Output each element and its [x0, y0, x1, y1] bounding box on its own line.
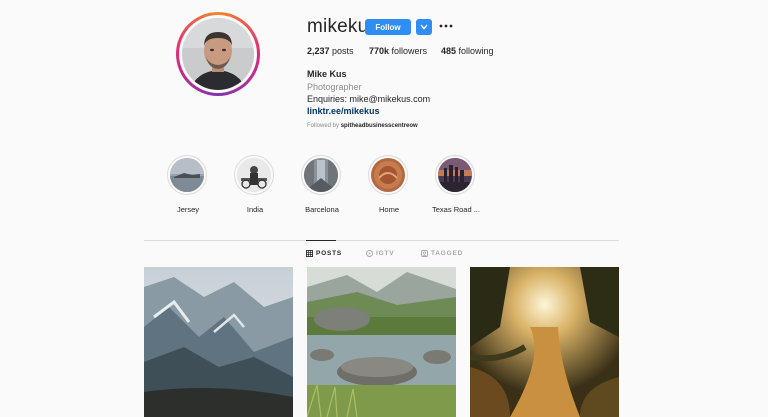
post-image — [470, 267, 619, 417]
chevron-down-icon — [420, 24, 428, 30]
followers-count[interactable]: 770k followers — [369, 46, 427, 56]
followed-by[interactable]: Followed by spitheadbusinesscentreow — [307, 123, 418, 129]
post-thumbnail[interactable] — [144, 267, 293, 417]
more-dots-icon — [439, 24, 453, 28]
highlight-label: Texas Road ... — [432, 205, 480, 214]
profile-avatar[interactable] — [176, 12, 260, 96]
posts-count-label: posts — [332, 46, 354, 56]
suggested-accounts-button[interactable] — [416, 19, 432, 35]
posts-count-value: 2,237 — [307, 46, 330, 56]
following-count-value: 485 — [441, 46, 457, 56]
following-count[interactable]: 485 following — [441, 46, 494, 56]
grid-icon — [306, 250, 313, 257]
post-thumbnail[interactable] — [470, 267, 619, 417]
highlight-barcelona[interactable] — [301, 155, 341, 195]
active-tab-indicator — [306, 240, 336, 241]
profile-category: Photographer — [307, 82, 362, 92]
tag-icon — [421, 250, 428, 257]
highlight-thumbnail — [304, 158, 338, 192]
highlight-label: Jersey — [176, 205, 200, 214]
followers-count-value: 770k — [369, 46, 390, 56]
full-name: Mike Kus — [307, 69, 347, 79]
highlight-thumbnail — [438, 158, 472, 192]
highlight-label: Barcelona — [305, 205, 339, 214]
avatar-photo — [182, 18, 254, 90]
followers-count-label: followers — [391, 46, 428, 56]
bio-text: Enquiries: mike@mikekus.com — [307, 94, 431, 104]
follow-button[interactable]: Follow — [365, 19, 411, 35]
post-image — [307, 267, 456, 417]
highlight-home[interactable] — [368, 155, 408, 195]
tab-posts[interactable]: POSTS — [306, 250, 342, 257]
highlight-label: Home — [378, 205, 399, 214]
highlight-jersey[interactable] — [167, 155, 207, 195]
tab-posts-label: POSTS — [316, 250, 343, 257]
highlight-texas-road[interactable] — [435, 155, 475, 195]
highlight-thumbnail — [371, 158, 405, 192]
following-count-label: following — [458, 46, 494, 56]
tab-tagged-label: TAGGED — [431, 250, 464, 257]
followed-by-name: spitheadbusinesscentreow — [340, 123, 418, 129]
more-options-button[interactable] — [438, 18, 454, 34]
followed-by-prefix: Followed by — [307, 123, 340, 129]
highlight-thumbnail — [170, 158, 204, 192]
post-image — [144, 267, 293, 417]
highlight-thumbnail — [237, 158, 271, 192]
bio-link[interactable]: linktr.ee/mikekus — [307, 106, 380, 116]
highlight-india[interactable] — [234, 155, 274, 195]
post-thumbnail[interactable] — [307, 267, 456, 417]
highlight-label: India — [246, 205, 264, 214]
tab-igtv[interactable]: IGTV — [366, 250, 394, 257]
posts-count: 2,237 posts — [307, 46, 354, 56]
igtv-icon — [366, 250, 373, 257]
tab-tagged[interactable]: TAGGED — [421, 250, 463, 257]
tab-igtv-label: IGTV — [376, 250, 395, 257]
section-divider — [144, 240, 619, 241]
